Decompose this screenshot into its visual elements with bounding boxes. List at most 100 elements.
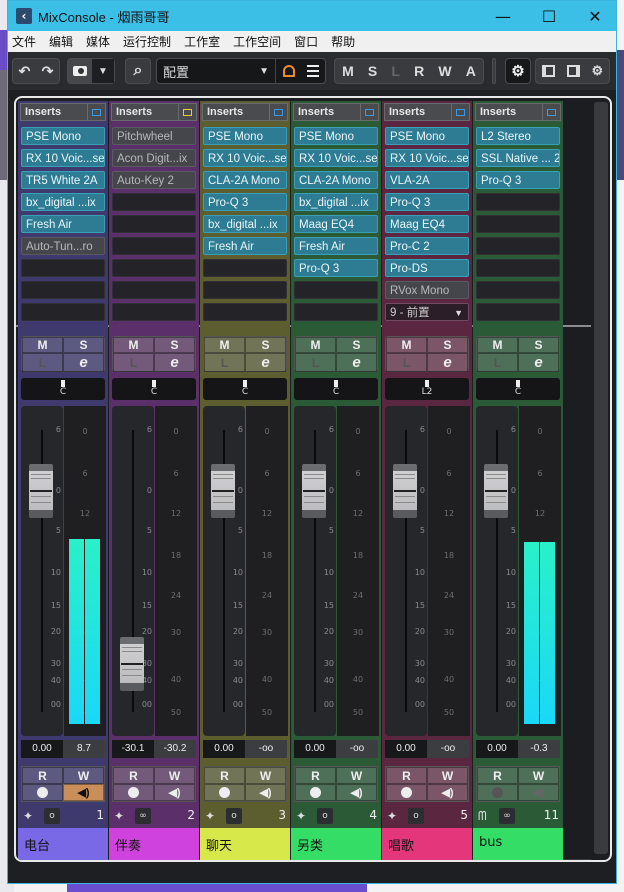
record-enable-button[interactable] xyxy=(295,784,336,801)
channel-name[interactable]: 聊天 xyxy=(200,828,290,860)
insert-slot[interactable]: Fresh Air xyxy=(203,237,287,255)
solo-button[interactable]: S xyxy=(336,337,377,353)
inserts-bypass-icon[interactable] xyxy=(451,104,469,120)
menu-workspaces[interactable]: 工作空间 xyxy=(233,33,281,50)
insert-slot-empty[interactable] xyxy=(203,303,287,321)
menu-studio[interactable]: 工作室 xyxy=(184,33,220,50)
monitor-button[interactable]: ◀) xyxy=(336,784,377,801)
write-automation-button[interactable]: W xyxy=(154,767,195,784)
insert-slot-empty[interactable] xyxy=(476,303,560,321)
mute-button[interactable]: M xyxy=(204,337,245,353)
mute-button[interactable]: M xyxy=(477,337,518,353)
inserts-bypass-icon[interactable] xyxy=(269,104,287,120)
solo-button[interactable]: S xyxy=(518,337,559,353)
title-bar[interactable]: ‹ MixConsole - 烟雨哥哥 — ☐ ✕ xyxy=(8,1,616,31)
insert-slot[interactable]: RX 10 Voic...se xyxy=(21,149,105,167)
maximize-button[interactable]: ☐ xyxy=(526,1,572,31)
redo-icon[interactable]: ↷ xyxy=(42,63,54,80)
fader-handle[interactable] xyxy=(484,464,508,518)
listen-button[interactable]: L xyxy=(386,353,427,372)
menu-window[interactable]: 窗口 xyxy=(294,33,318,50)
monitor-button[interactable]: ◀) xyxy=(245,784,286,801)
settings-button[interactable]: ⚙ xyxy=(505,58,531,84)
insert-slot[interactable]: PSE Mono xyxy=(294,127,378,145)
insert-slot[interactable]: Pro-Q 3 xyxy=(203,193,287,211)
insert-slot[interactable]: Fresh Air xyxy=(21,215,105,233)
read-automation-button[interactable]: R xyxy=(204,767,245,784)
write-automation-button[interactable]: W xyxy=(427,767,468,784)
insert-slot[interactable]: bx_digital ...ix xyxy=(203,215,287,233)
insert-slot-empty[interactable] xyxy=(476,215,560,233)
listen-button[interactable]: L xyxy=(295,353,336,372)
record-enable-button[interactable] xyxy=(477,784,518,801)
minimize-button[interactable]: — xyxy=(480,1,526,31)
monitor-button[interactable]: ◀) xyxy=(427,784,468,801)
volume-value[interactable]: -30.1 xyxy=(112,740,154,758)
insert-slot-empty[interactable] xyxy=(21,303,105,321)
insert-slot[interactable]: Pro-C 2 xyxy=(385,237,469,255)
insert-slot-empty[interactable] xyxy=(112,215,196,233)
peak-value[interactable]: -oo xyxy=(245,740,287,758)
undo-icon[interactable]: ↶ xyxy=(19,63,31,80)
vertical-scrollbar[interactable] xyxy=(594,102,608,854)
insert-slot[interactable]: Acon Digit...ix xyxy=(112,149,196,167)
insert-slot[interactable]: CLA-2A Mono xyxy=(203,171,287,189)
monitor-button[interactable]: ◀) xyxy=(154,784,195,801)
insert-slot-empty[interactable] xyxy=(294,281,378,299)
insert-slot[interactable]: bx_digital ...ix xyxy=(21,193,105,211)
inserts-header[interactable]: Inserts xyxy=(384,103,470,121)
inserts-header[interactable]: Inserts xyxy=(202,103,288,121)
read-automation-button[interactable]: R xyxy=(113,767,154,784)
pan-control[interactable]: C xyxy=(21,378,105,400)
channel-name[interactable]: bus xyxy=(473,828,563,860)
search-button[interactable]: ⌕ xyxy=(125,58,151,84)
fader[interactable]: 6 0 5 10 15 20 30 40 00 xyxy=(476,406,518,736)
insert-slot[interactable]: Auto-Key 2 xyxy=(112,171,196,189)
fader-handle[interactable] xyxy=(393,464,417,518)
insert-slot[interactable]: PSE Mono xyxy=(385,127,469,145)
inserts-bypass-icon[interactable] xyxy=(360,104,378,120)
monitor-button[interactable]: ◀) xyxy=(63,784,104,801)
mono-icon[interactable]: o xyxy=(408,808,424,824)
insert-slot-empty[interactable] xyxy=(203,259,287,277)
insert-slot[interactable]: PSE Mono xyxy=(203,127,287,145)
fader[interactable]: 6 0 5 10 15 20 30 40 00 xyxy=(21,406,63,736)
solo-button[interactable]: S xyxy=(63,337,104,353)
read-automation-button[interactable]: R xyxy=(386,767,427,784)
insert-slot-empty[interactable] xyxy=(112,237,196,255)
mute-button[interactable]: M xyxy=(113,337,154,353)
insert-slot-empty[interactable] xyxy=(476,281,560,299)
record-enable-button[interactable] xyxy=(204,784,245,801)
global-read-button[interactable]: R xyxy=(414,63,424,79)
insert-slot[interactable]: Auto-Tun...ro xyxy=(21,237,105,255)
solo-button[interactable]: S xyxy=(154,337,195,353)
fader-handle[interactable] xyxy=(29,464,53,518)
listen-button[interactable]: L xyxy=(113,353,154,372)
read-automation-button[interactable]: R xyxy=(477,767,518,784)
volume-value[interactable]: 0.00 xyxy=(294,740,336,758)
insert-slot-empty[interactable] xyxy=(294,303,378,321)
read-automation-button[interactable]: R xyxy=(295,767,336,784)
menu-help[interactable]: 帮助 xyxy=(331,33,355,50)
global-mute-button[interactable]: M xyxy=(342,63,354,79)
insert-slot[interactable]: SSL Native ... 2 xyxy=(476,149,560,167)
fader-handle[interactable] xyxy=(211,464,235,518)
insert-slot[interactable]: RVox Mono xyxy=(385,281,469,299)
pan-control[interactable]: C xyxy=(476,378,560,400)
pan-control[interactable]: C xyxy=(203,378,287,400)
write-automation-button[interactable]: W xyxy=(245,767,286,784)
fader[interactable]: 6 0 5 10 15 20 30 40 00 xyxy=(294,406,336,736)
global-automation-button[interactable]: A xyxy=(466,63,476,79)
solo-button[interactable]: S xyxy=(427,337,468,353)
insert-slot-empty[interactable] xyxy=(112,259,196,277)
insert-slot-empty[interactable] xyxy=(476,193,560,211)
channel-name[interactable]: 唱歌 xyxy=(382,828,472,860)
window-settings-icon[interactable]: ⚙ xyxy=(591,63,603,79)
fader[interactable]: 6 0 5 10 15 20 30 40 00 xyxy=(112,406,154,736)
inserts-header[interactable]: Inserts xyxy=(293,103,379,121)
insert-slot[interactable]: PSE Mono xyxy=(21,127,105,145)
fader-handle[interactable] xyxy=(302,464,326,518)
peak-value[interactable]: 8.7 xyxy=(63,740,105,758)
insert-slot[interactable]: 9 - 前置 ▼ xyxy=(385,303,469,321)
mono-icon[interactable]: o xyxy=(226,808,242,824)
